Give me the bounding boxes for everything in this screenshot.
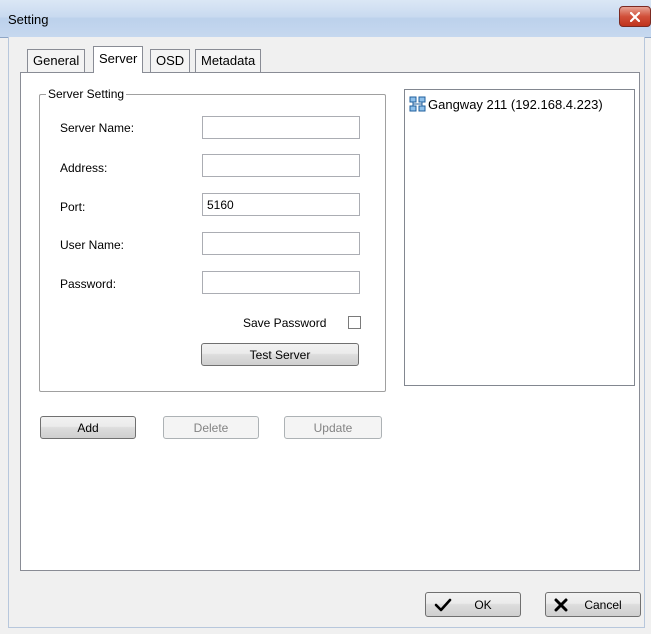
address-field[interactable] [202, 154, 360, 177]
update-button[interactable]: Update [284, 416, 382, 439]
test-server-button[interactable]: Test Server [201, 343, 359, 366]
password-label: Password: [60, 277, 117, 291]
close-button[interactable] [619, 6, 651, 27]
tab-panel-server: Server Setting Server Name: Address: Por… [20, 72, 640, 571]
list-item[interactable]: Gangway 211 (192.168.4.223) [409, 96, 603, 112]
port-label: Port: [60, 200, 86, 214]
tab-metadata[interactable]: Metadata [195, 49, 262, 72]
checkmark-icon [434, 598, 452, 611]
user-name-label: User Name: [60, 238, 125, 252]
tab-server[interactable]: Server [93, 46, 144, 73]
address-label: Address: [60, 161, 108, 175]
ok-label: OK [474, 597, 492, 612]
network-server-icon [409, 96, 426, 112]
server-setting-group: Server Setting Server Name: Address: Por… [39, 87, 386, 392]
server-name-field[interactable] [202, 116, 360, 139]
x-icon [554, 598, 568, 611]
user-name-field[interactable] [202, 232, 360, 255]
delete-button[interactable]: Delete [163, 416, 259, 439]
server-name-label: Server Name: [60, 121, 135, 135]
port-field[interactable] [202, 193, 360, 216]
title-bar: Setting [0, 0, 651, 38]
tab-general[interactable]: General [27, 49, 86, 72]
save-password-checkbox[interactable] [348, 316, 361, 329]
group-title: Server Setting [46, 87, 127, 101]
cancel-label: Cancel [584, 597, 622, 612]
ok-button[interactable]: OK [425, 592, 521, 617]
cancel-button[interactable]: Cancel [545, 592, 641, 617]
add-button[interactable]: Add [40, 416, 136, 439]
window-title: Setting [8, 12, 49, 27]
tab-osd[interactable]: OSD [150, 49, 191, 72]
save-password-label: Save Password [243, 316, 327, 330]
password-field[interactable] [202, 271, 360, 294]
close-icon [630, 11, 640, 22]
server-list[interactable]: Gangway 211 (192.168.4.223) [404, 89, 635, 386]
list-item-label: Gangway 211 (192.168.4.223) [428, 96, 603, 112]
